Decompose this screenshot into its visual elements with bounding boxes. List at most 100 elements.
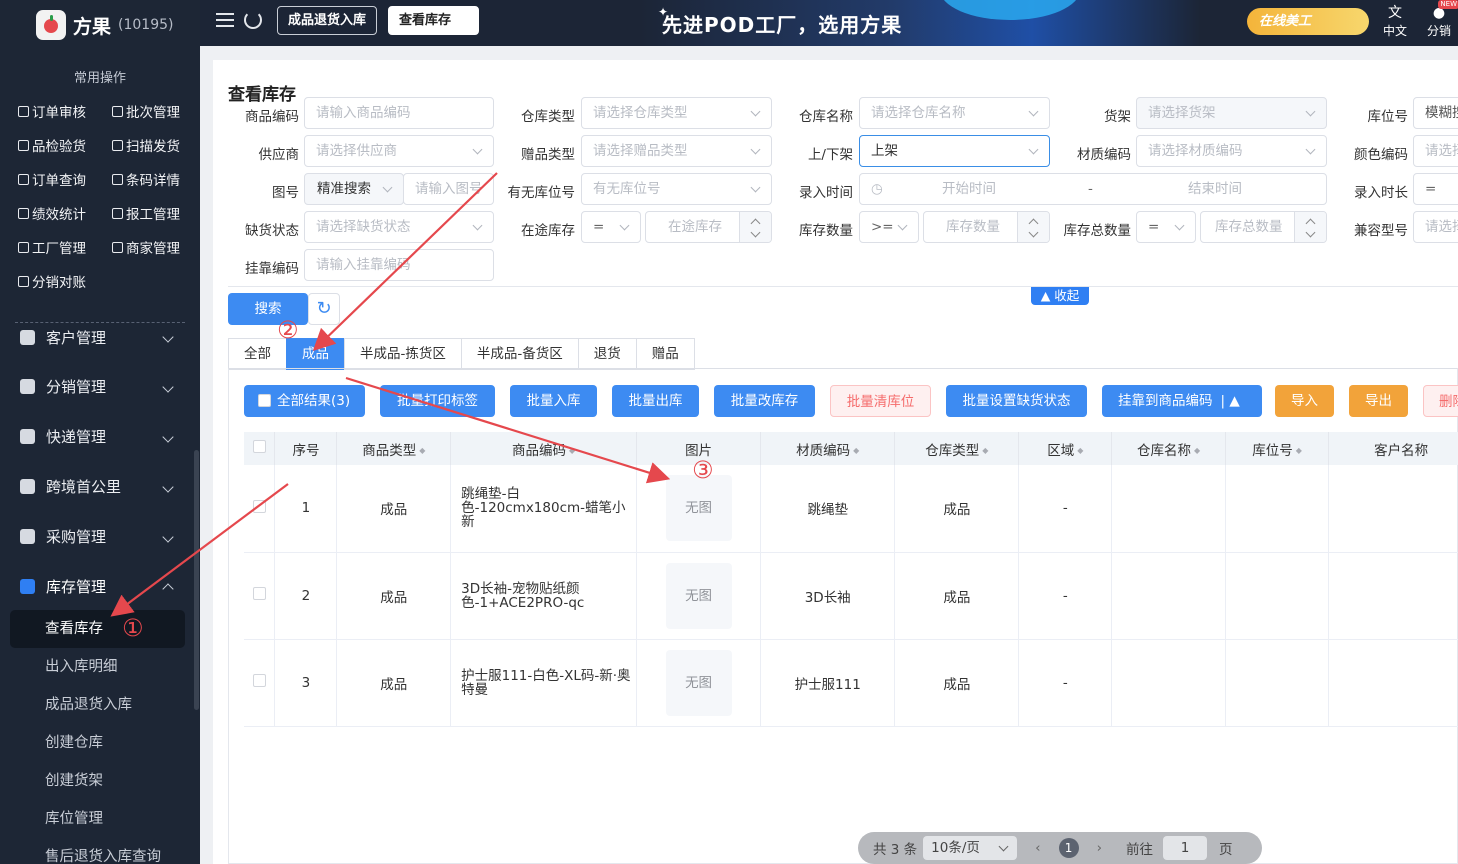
supplier-select[interactable]: 请选择供应商 (304, 135, 494, 167)
menu-cross-border[interactable]: 跨境首公里 (20, 476, 180, 497)
quick-work-report[interactable]: 报工管理 (112, 203, 180, 223)
stock-qty-input[interactable]: 库存数量 (923, 211, 1050, 243)
jump-page-input[interactable]: 1 (1162, 836, 1207, 860)
in-transit-op-select[interactable]: = (581, 211, 641, 243)
export-button[interactable]: 导出 (1349, 385, 1408, 417)
quick-distribution-reconcile[interactable]: 分销对账 (18, 271, 86, 291)
reset-button[interactable]: ↻ (308, 293, 340, 325)
quick-performance[interactable]: 绩效统计 (18, 203, 86, 223)
entry-time-range[interactable]: ◷ 开始时间 - 结束时间 (859, 173, 1327, 205)
language-switch[interactable]: 文中文 (1383, 4, 1407, 39)
batch-inbound-button[interactable]: 批量入库 (510, 385, 597, 417)
figure-no-input[interactable]: 请输入图号 (403, 173, 494, 205)
page-size-select[interactable]: 10条/页 (923, 836, 1018, 860)
col-area[interactable]: 区域 ◆ (1018, 432, 1113, 465)
sort-icon[interactable]: ◆ (1194, 446, 1200, 455)
quick-batch-manage[interactable]: 批次管理 (112, 101, 180, 121)
quick-scan-ship[interactable]: 扫描发货 (112, 135, 180, 155)
location-no-input[interactable]: 模糊搜 (1413, 97, 1458, 129)
submenu-inout-detail[interactable]: 出入库明细 (10, 648, 185, 686)
total-stock-input[interactable]: 库存总数量 (1200, 211, 1327, 243)
batch-outbound-button[interactable]: 批量出库 (612, 385, 699, 417)
delete-button[interactable]: 删除 (1423, 385, 1458, 417)
row-checkbox[interactable] (244, 639, 276, 727)
submenu-aftersale-query[interactable]: 售后退货入库查询 (10, 838, 185, 864)
online-designer-promo[interactable]: 在线美工 (1247, 8, 1369, 35)
gift-type-select[interactable]: 请选择赠品类型 (581, 135, 772, 167)
batch-print-label-button[interactable]: 批量打印标签 (380, 385, 495, 417)
entry-duration-op[interactable]: = (1413, 173, 1458, 205)
menu-inventory[interactable]: 库存管理 (20, 576, 180, 597)
select-all-results[interactable]: 全部结果(3) (244, 385, 365, 417)
sidebar-scrollbar[interactable] (194, 450, 199, 710)
batch-clear-location-button[interactable]: 批量清库位 (830, 385, 931, 417)
tab-semi-picking[interactable]: 半成品-拣货区 (344, 338, 461, 370)
batch-edit-stock-button[interactable]: 批量改库存 (714, 385, 815, 417)
batch-set-stockout-button[interactable]: 批量设置缺货状态 (946, 385, 1087, 417)
table-row[interactable]: 1 成品 跳绳垫-白色-120cmx180cm-蜡笔小新 无图 跳绳垫 成品 - (244, 465, 1458, 553)
col-material-code[interactable]: 材质编码 ◆ (760, 432, 896, 465)
next-page-icon[interactable]: › (1097, 840, 1102, 856)
sort-icon[interactable]: ◆ (853, 446, 859, 455)
shelf-status-select[interactable]: 上架 (859, 135, 1050, 167)
menu-purchase[interactable]: 采购管理 (20, 526, 180, 547)
menu-distribution[interactable]: 分销管理 (20, 376, 180, 397)
tab-gifts[interactable]: 赠品 (635, 338, 695, 370)
quick-factory-manage[interactable]: 工厂管理 (18, 237, 86, 257)
attach-code-input[interactable]: 请输入挂靠编码 (304, 249, 494, 281)
quick-order-review[interactable]: 订单审核 (18, 101, 86, 121)
table-row[interactable]: 3 成品 护士服111-白色-XL码-新·奥特曼 无图 护士服111 成品 - (244, 639, 1458, 727)
col-location-no[interactable]: 库位号 ◆ (1225, 432, 1330, 465)
tab-return-inbound[interactable]: 成品退货入库 (277, 6, 378, 35)
warehouse-type-select[interactable]: 请选择仓库类型 (581, 97, 772, 129)
stepper-icon[interactable] (1017, 212, 1049, 242)
tab-semi-stock[interactable]: 半成品-备货区 (460, 338, 578, 370)
in-transit-input[interactable]: 在途库存 (645, 211, 772, 243)
submenu-view-inventory[interactable]: 查看库存 (10, 610, 185, 648)
menu-customer[interactable]: 客户管理 (20, 327, 180, 347)
attach-to-code-button[interactable]: 挂靠到商品编码 | ▲ (1102, 385, 1262, 417)
row-checkbox[interactable] (244, 552, 276, 640)
prev-page-icon[interactable]: ‹ (1035, 840, 1040, 856)
col-product-code[interactable]: 商品编码 ◆ (450, 432, 638, 465)
quick-merchant-manage[interactable]: 商家管理 (112, 237, 180, 257)
submenu-create-warehouse[interactable]: 创建仓库 (10, 724, 185, 762)
menu-toggle-icon[interactable] (216, 13, 234, 29)
row-checkbox[interactable] (244, 465, 276, 553)
stock-qty-op-select[interactable]: >= (859, 211, 919, 243)
refresh-icon[interactable] (244, 11, 262, 29)
menu-express[interactable]: 快递管理 (20, 426, 180, 447)
dropdown-up-icon[interactable]: | ▲ (1221, 393, 1240, 409)
col-warehouse-name[interactable]: 仓库名称 ◆ (1111, 432, 1226, 465)
shelf-select[interactable]: 请选择货架 (1136, 97, 1327, 129)
quick-quality-check[interactable]: 品检验货 (18, 135, 86, 155)
collapse-button[interactable]: ▲ 收起 (1031, 287, 1089, 305)
submenu-create-shelf[interactable]: 创建货架 (10, 762, 185, 800)
color-code-select[interactable]: 请选择 (1413, 135, 1458, 167)
sort-icon[interactable]: ◆ (982, 446, 988, 455)
stepper-icon[interactable] (739, 212, 771, 242)
total-stock-op-select[interactable]: = (1136, 211, 1196, 243)
warehouse-name-select[interactable]: 请选择仓库名称 (859, 97, 1050, 129)
match-mode-select[interactable]: 精准搜索 (304, 173, 404, 205)
compatible-model-select[interactable]: 请选择 (1413, 211, 1458, 243)
tab-returns[interactable]: 退货 (577, 338, 636, 370)
submenu-return-inbound[interactable]: 成品退货入库 (10, 686, 185, 724)
header-checkbox[interactable] (244, 432, 276, 465)
sort-icon[interactable]: ◆ (569, 446, 575, 455)
sort-icon[interactable]: ◆ (1296, 446, 1302, 455)
distribution-entry[interactable]: ● 分销 NEW (1427, 0, 1458, 39)
has-location-select[interactable]: 有无库位号 (581, 173, 772, 205)
submenu-location-manage[interactable]: 库位管理 (10, 800, 185, 838)
table-row[interactable]: 2 成品 3D长袖-宠物贴纸颜色-1+ACE2PRO-qc 无图 3D长袖 成品… (244, 552, 1458, 640)
tab-view-inventory[interactable]: 查看库存 (388, 6, 479, 35)
checkbox[interactable] (258, 394, 271, 407)
import-button[interactable]: 导入 (1275, 385, 1334, 417)
brand[interactable]: 方果 (10195) (36, 10, 173, 40)
stepper-icon[interactable] (1294, 212, 1326, 242)
sort-icon[interactable]: ◆ (419, 446, 425, 455)
stockout-status-select[interactable]: 请选择缺货状态 (304, 211, 494, 243)
material-code-select[interactable]: 请选择材质编码 (1136, 135, 1327, 167)
quick-barcode-detail[interactable]: 条码详情 (112, 169, 180, 189)
quick-order-query[interactable]: 订单查询 (18, 169, 86, 189)
